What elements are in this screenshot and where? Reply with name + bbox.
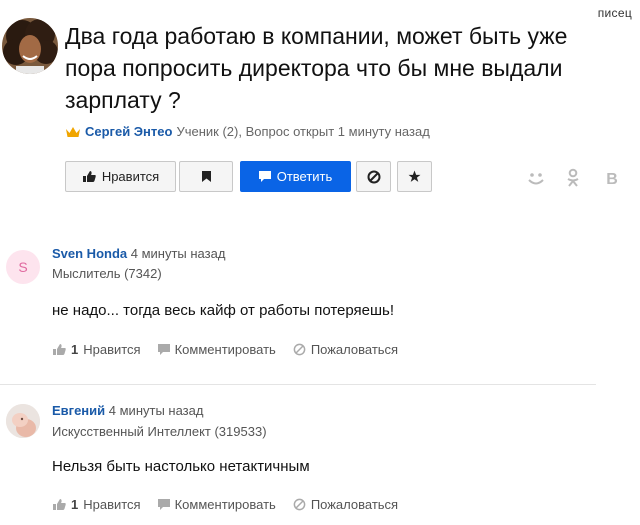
crown-icon [66,126,80,137]
like-button[interactable]: Нравится [65,161,176,192]
watermark: писец [597,6,632,20]
answer-author-avatar[interactable]: S [6,250,40,284]
answer-actions: 1 Нравится Комментировать Пожаловаться [52,342,415,357]
answer-author-avatar[interactable] [6,404,40,438]
odnoklassniki-smile-icon[interactable] [526,168,546,188]
answer-author-line: Sven Honda 4 минуты назад [52,246,225,261]
answer-like-button[interactable]: 1 Нравится [52,342,141,357]
star-button[interactable] [397,161,432,192]
comment-label: Комментировать [174,497,276,512]
answer-text: не надо... тогда весь кайф от работы пот… [52,302,395,319]
answer-actions: 1 Нравится Комментировать Пожаловаться [52,497,415,512]
thumb-up-icon [53,344,66,355]
block-icon [293,343,306,356]
answer-author-rank: Мыслитель (7342) [52,266,162,281]
comment-icon [258,171,271,182]
like-count: 1 [71,342,79,357]
like-count: 1 [71,497,79,512]
star-icon [408,170,421,182]
question-meta-text: Ученик (2), Вопрос открыт 1 минуту назад [176,124,430,139]
block-icon [367,170,380,183]
like-label: Нравится [83,342,141,357]
odnoklassniki-icon[interactable] [563,168,583,188]
avatar-letter: S [18,259,28,275]
comment-icon [157,344,170,355]
comment-icon [157,499,170,510]
answer-author-rank: Искусственный Интеллект (319533) [52,424,267,439]
answer-button-label: Ответить [276,169,333,184]
vk-icon[interactable]: B [602,168,622,188]
answer-report-button[interactable]: Пожаловаться [293,497,398,512]
question-meta: Сергей Энтео Ученик (2), Вопрос открыт 1… [65,124,430,139]
answer-time: 4 минуты назад [108,403,204,418]
answer-like-button[interactable]: 1 Нравится [52,497,141,512]
answer-comment-button[interactable]: Комментировать [157,497,276,512]
report-label: Пожаловаться [310,497,399,512]
answer-comment-button[interactable]: Комментировать [157,342,276,357]
like-button-label: Нравится [101,169,160,184]
question-title: Два года работаю в компании, может быть … [65,23,568,113]
answer-report-button[interactable]: Пожаловаться [293,342,398,357]
block-button[interactable] [356,161,391,192]
thumb-up-icon [82,171,96,182]
answer-author-link[interactable]: Sven Honda [52,246,127,261]
like-label: Нравится [83,497,141,512]
question-author-avatar[interactable] [2,18,58,74]
bookmark-icon [201,171,211,182]
block-icon [293,498,306,511]
svg-text:B: B [606,171,618,188]
answer-author-link[interactable]: Евгений [52,403,105,418]
answer-button[interactable]: Ответить [240,161,351,192]
question-author-link[interactable]: Сергей Энтео [85,124,172,139]
thumb-up-icon [53,499,66,510]
answer-divider [0,384,596,385]
bookmark-button[interactable] [179,161,233,192]
report-label: Пожаловаться [310,342,399,357]
comment-label: Комментировать [174,342,276,357]
answer-author-line: Евгений 4 минуты назад [52,403,203,418]
answer-time: 4 минуты назад [130,246,226,261]
answer-text: Нельзя быть настолько нетактичным [52,458,310,475]
